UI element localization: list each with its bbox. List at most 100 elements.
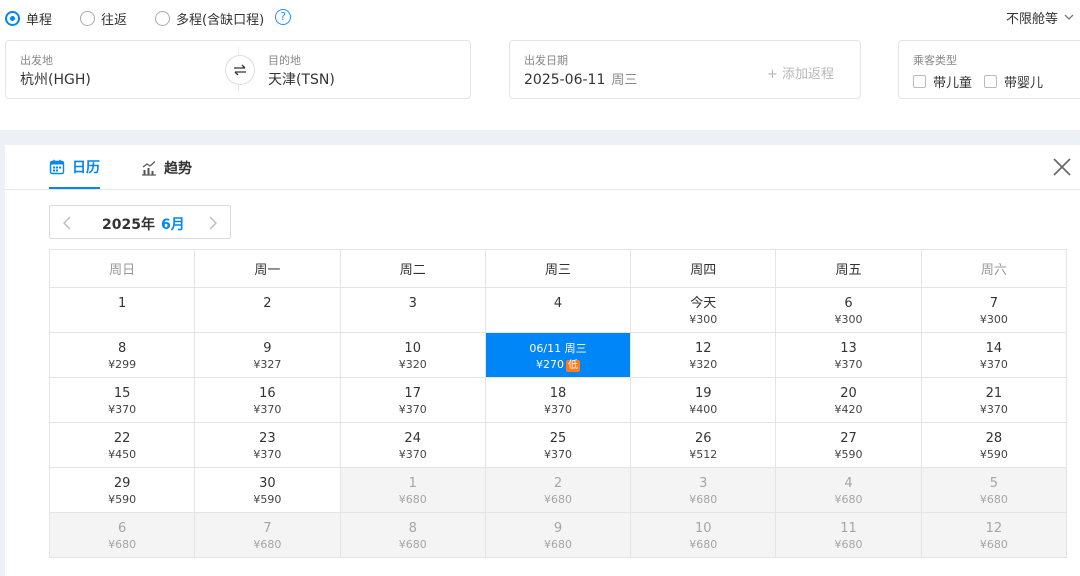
calendar-day-cell[interactable]: 22 ¥450 xyxy=(48,422,196,468)
calendar-day-cell[interactable]: 10 ¥320 xyxy=(339,332,486,378)
day-label: 24 xyxy=(404,431,421,446)
day-price: ¥590 xyxy=(922,448,1066,462)
next-month-button[interactable] xyxy=(202,213,222,233)
day-label: 今天 xyxy=(690,296,717,311)
day-price: ¥370 xyxy=(50,403,194,417)
price-calendar-grid: 周日 周一 周二 周三 周四 周五 周六 1 2 3 4 今天 ¥300 6 ¥300 7 ¥30… xyxy=(48,249,1068,558)
day-label: 11 xyxy=(840,521,857,536)
departure-date-box[interactable]: 出发日期 2025-06-11 周三 + 添加返程 xyxy=(509,40,861,99)
departure-city-input[interactable]: 杭州(HGH) xyxy=(20,69,91,89)
calendar-day-cell[interactable]: 30 ¥590 xyxy=(194,467,341,513)
add-return-button[interactable]: + 添加返程 xyxy=(767,63,834,82)
trend-chart-icon xyxy=(142,161,156,176)
day-label: 6 xyxy=(118,521,127,536)
weekday-header: 周日 xyxy=(48,249,196,288)
calendar-day-cell[interactable]: 28 ¥590 xyxy=(920,422,1068,468)
day-label: 18 xyxy=(549,386,567,401)
calendar-day-cell[interactable]: 25 ¥370 xyxy=(484,422,632,468)
with-infant-checkbox[interactable]: 带婴儿 xyxy=(984,72,1043,91)
calendar-day-cell[interactable]: 20 ¥420 xyxy=(775,377,922,423)
calendar-day-cell[interactable]: 6 ¥300 xyxy=(775,287,922,333)
calendar-day-cell[interactable]: 5 ¥680 xyxy=(920,467,1068,513)
price-text: ¥320 xyxy=(398,358,427,371)
calendar-day-cell[interactable]: 24 ¥370 xyxy=(339,422,486,468)
calendar-day-cell[interactable]: 21 ¥370 xyxy=(920,377,1068,423)
calendar-day-cell[interactable]: 18 ¥370 xyxy=(484,377,632,423)
previous-month-button[interactable] xyxy=(58,213,78,233)
day-price: ¥370 xyxy=(486,448,630,462)
calendar-day-cell[interactable]: 3 ¥680 xyxy=(630,467,777,513)
departure-date-value: 2025-06-11 周三 xyxy=(524,69,637,88)
calendar-day-cell[interactable]: 7 ¥300 xyxy=(920,287,1068,333)
calendar-day-cell[interactable]: 23 ¥370 xyxy=(194,422,341,468)
day-label: 7 xyxy=(263,521,272,536)
price-text: ¥680 xyxy=(543,538,572,551)
calendar-day-cell[interactable]: 16 ¥370 xyxy=(194,377,341,423)
calendar-day-cell[interactable]: 29 ¥590 xyxy=(48,467,196,513)
calendar-icon xyxy=(49,159,65,175)
price-text: ¥270 xyxy=(535,358,564,371)
calendar-day-cell-selected[interactable]: 06/11 周三 ¥270 低 xyxy=(484,332,632,378)
price-text: ¥300 xyxy=(979,313,1008,326)
calendar-day-cell[interactable]: 4 xyxy=(484,287,632,333)
month-title: 2025年 6月 xyxy=(102,214,185,234)
calendar-day-cell[interactable]: 12 ¥680 xyxy=(920,512,1068,558)
calendar-day-cell[interactable]: 今天 ¥300 xyxy=(630,287,777,333)
calendar-day-cell[interactable]: 10 ¥680 xyxy=(630,512,777,558)
calendar-day-cell[interactable]: 2 ¥680 xyxy=(484,467,632,513)
calendar-day-cell[interactable]: 15 ¥370 xyxy=(48,377,196,423)
price-text: ¥320 xyxy=(689,358,718,371)
calendar-day-cell[interactable]: 7 ¥680 xyxy=(194,512,341,558)
day-price: ¥680 xyxy=(486,538,630,552)
calendar-day-cell[interactable]: 14 ¥370 xyxy=(920,332,1068,378)
calendar-day-cell[interactable]: 1 xyxy=(48,287,196,333)
day-label: 3 xyxy=(699,476,708,491)
calendar-day-cell[interactable]: 9 ¥680 xyxy=(484,512,632,558)
price-text: ¥327 xyxy=(253,358,282,371)
calendar-day-cell[interactable]: 6 ¥680 xyxy=(48,512,196,558)
cabin-class-dropdown[interactable]: 不限舱等 xyxy=(1006,8,1074,27)
calendar-day-cell[interactable]: 8 ¥299 xyxy=(48,332,196,378)
close-icon xyxy=(1053,158,1071,176)
low-price-calendar-panel: 日历 趋势 2025年 6月 周日 周一 周二 周三 周四 周五 周六 1 2 … xyxy=(5,145,1080,576)
trip-type-multi-city[interactable]: 多程(含缺口程) xyxy=(155,9,264,28)
price-text: ¥590 xyxy=(979,448,1008,461)
destination-city-input[interactable]: 天津(TSN) xyxy=(268,69,335,89)
with-child-checkbox[interactable]: 带儿童 xyxy=(913,72,972,91)
calendar-day-cell[interactable]: 2 xyxy=(194,287,341,333)
close-button[interactable] xyxy=(1050,155,1074,179)
day-price: ¥680 xyxy=(776,538,920,552)
day-label: 9 xyxy=(263,341,272,356)
price-text: ¥680 xyxy=(108,538,137,551)
calendar-day-cell[interactable]: 13 ¥370 xyxy=(775,332,922,378)
help-icon[interactable]: ? xyxy=(275,9,291,25)
price-text: ¥680 xyxy=(398,538,427,551)
tab-label: 趋势 xyxy=(164,161,192,177)
tab-trend[interactable]: 趋势 xyxy=(141,157,192,189)
calendar-day-cell[interactable]: 12 ¥320 xyxy=(630,332,777,378)
day-label: 12 xyxy=(985,521,1003,536)
day-label: 15 xyxy=(113,386,131,401)
day-label: 7 xyxy=(989,296,998,311)
trip-type-round-trip[interactable]: 往返 xyxy=(80,9,127,28)
calendar-day-cell[interactable]: 1 ¥680 xyxy=(339,467,486,513)
calendar-day-cell[interactable]: 4 ¥680 xyxy=(775,467,922,513)
day-price: ¥370 xyxy=(195,403,339,417)
day-label: 4 xyxy=(844,476,853,491)
calendar-day-cell[interactable]: 27 ¥590 xyxy=(775,422,922,468)
swap-cities-button[interactable] xyxy=(225,55,255,85)
day-price: ¥370 xyxy=(776,358,920,372)
price-text: ¥680 xyxy=(689,493,718,506)
calendar-day-cell[interactable]: 17 ¥370 xyxy=(339,377,486,423)
calendar-day-cell[interactable]: 11 ¥680 xyxy=(775,512,922,558)
trip-type-one-way[interactable]: 单程 xyxy=(5,9,52,28)
calendar-day-cell[interactable]: 26 ¥512 xyxy=(630,422,777,468)
calendar-day-cell[interactable]: 8 ¥680 xyxy=(339,512,486,558)
calendar-day-cell[interactable]: 19 ¥400 xyxy=(630,377,777,423)
price-text: ¥300 xyxy=(834,313,863,326)
tab-calendar[interactable]: 日历 xyxy=(49,157,100,189)
calendar-day-cell[interactable]: 3 xyxy=(339,287,486,333)
day-label: 6 xyxy=(844,296,853,311)
price-text: ¥370 xyxy=(543,403,572,416)
calendar-day-cell[interactable]: 9 ¥327 xyxy=(194,332,341,378)
